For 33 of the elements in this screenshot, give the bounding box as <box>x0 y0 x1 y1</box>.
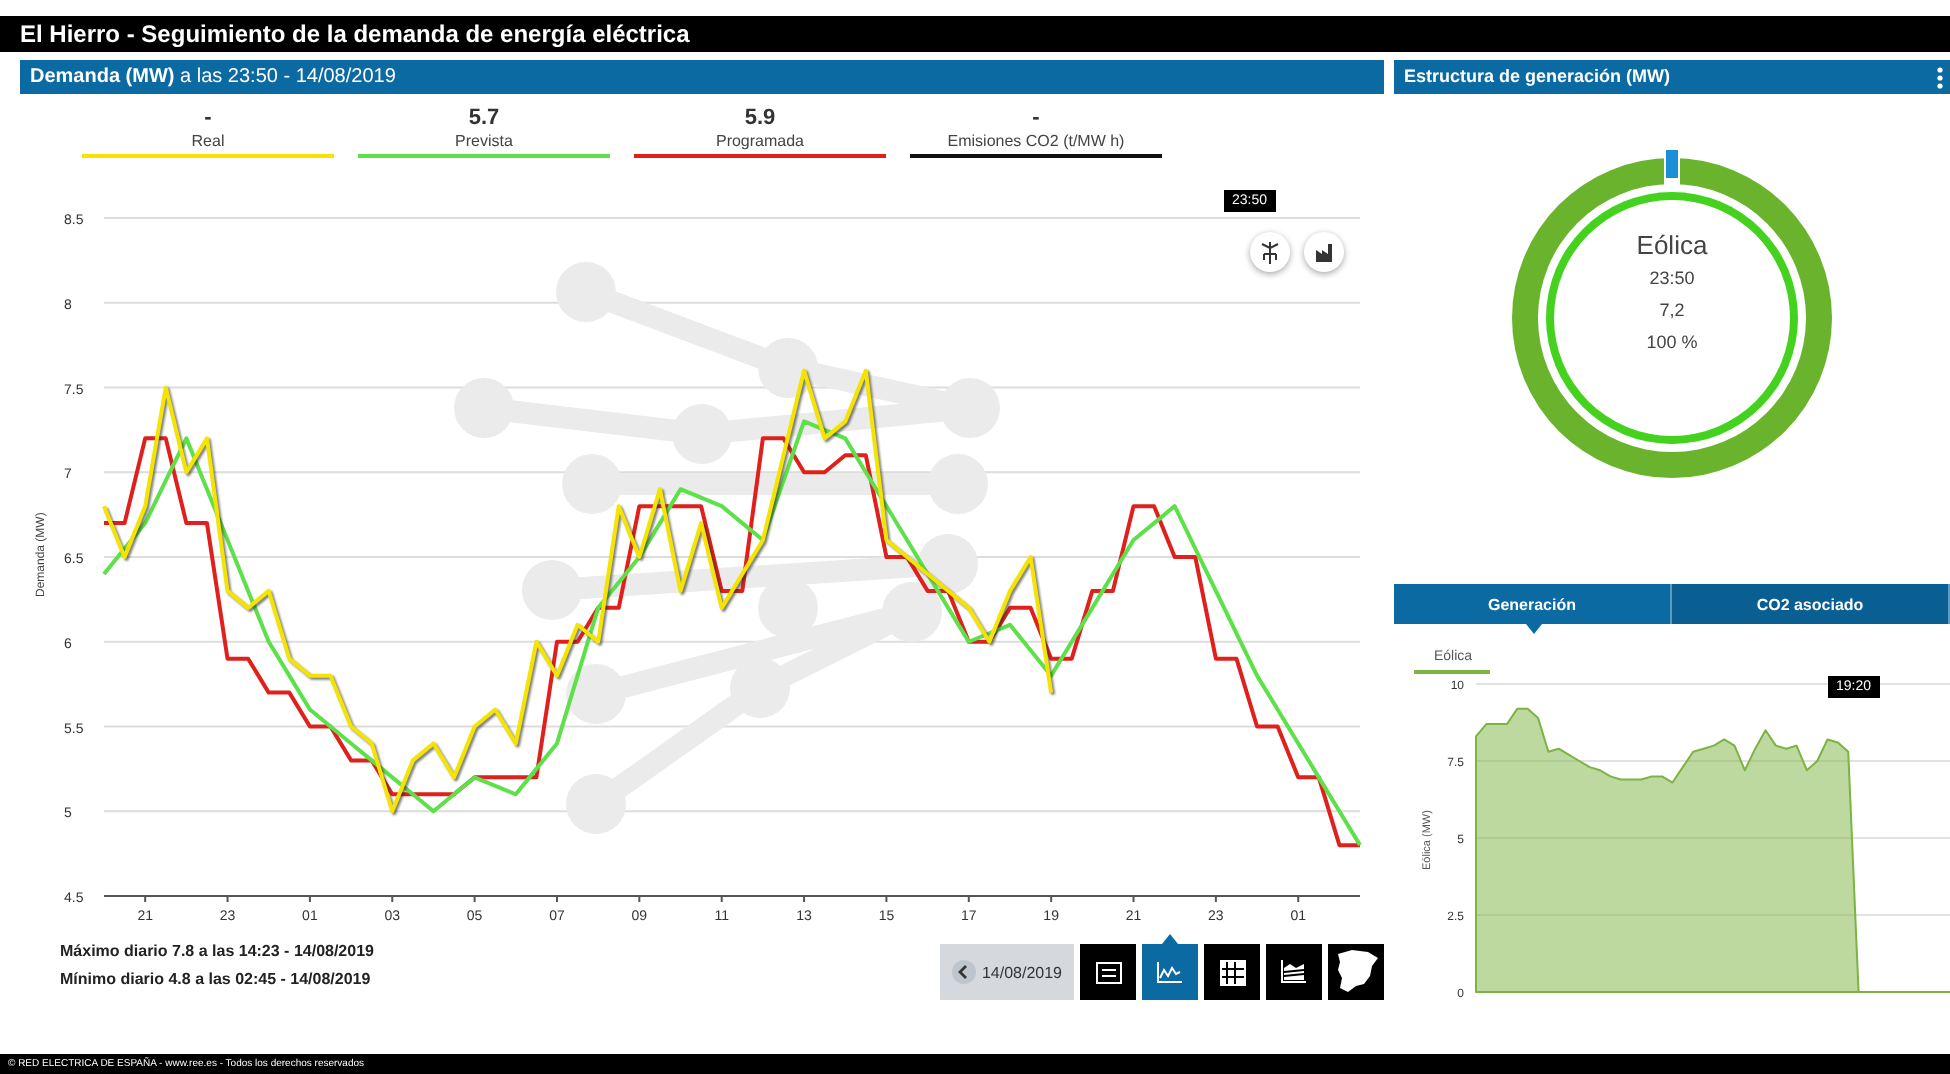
legend-item: 5.7 Prevista <box>358 106 610 158</box>
table-icon <box>1095 961 1121 983</box>
tab[interactable]: CO2 asociado <box>1672 584 1950 624</box>
donut-share: 100 % <box>1646 330 1698 356</box>
donut-value: 7,2 <box>1659 298 1685 324</box>
chevron-left-icon <box>951 960 976 984</box>
selection-pointer <box>1162 934 1178 944</box>
panel-header: Estructura de generación (MW) <box>1394 60 1950 94</box>
donut-label: Eólica <box>1636 228 1708 262</box>
daily-stat: Mínimo diario 4.8 a las 02:45 - 14/08/2019 <box>60 968 373 990</box>
panel-header: Demanda (MW) a las 23:50 - 14/08/2019 <box>20 60 1384 94</box>
legend-item: - Real <box>82 106 334 158</box>
columns-icon <box>1219 959 1245 985</box>
wind-turbine-icon <box>1260 241 1280 263</box>
legend-item: - Emisiones CO2 (t/MW h) <box>910 106 1162 158</box>
selection-pointer <box>1525 624 1541 634</box>
view-button[interactable] <box>1204 944 1260 1000</box>
factory-button[interactable] <box>1304 232 1344 272</box>
line-chart-icon <box>1156 961 1184 983</box>
map-icon <box>1332 948 1380 996</box>
factory-icon <box>1314 242 1334 262</box>
window-title: El Hierro - Seguimiento de la demanda de energía eléctrica <box>0 16 1950 52</box>
stacked-area-icon <box>1280 960 1308 984</box>
more-menu-icon[interactable] <box>1936 65 1944 89</box>
donut-time: 23:50 <box>1649 266 1695 292</box>
daily-stat: Máximo diario 7.8 a las 14:23 - 14/08/2019 <box>60 940 374 962</box>
view-button[interactable] <box>1080 944 1136 1000</box>
view-button[interactable] <box>1328 944 1384 1000</box>
wind-turbine-button[interactable] <box>1250 232 1290 272</box>
legend-item: 5.9 Programada <box>634 106 886 158</box>
view-button[interactable] <box>1266 944 1322 1000</box>
tab[interactable]: Generación <box>1394 584 1672 624</box>
date-nav-button[interactable]: 14/08/2019 <box>939 944 1074 1000</box>
